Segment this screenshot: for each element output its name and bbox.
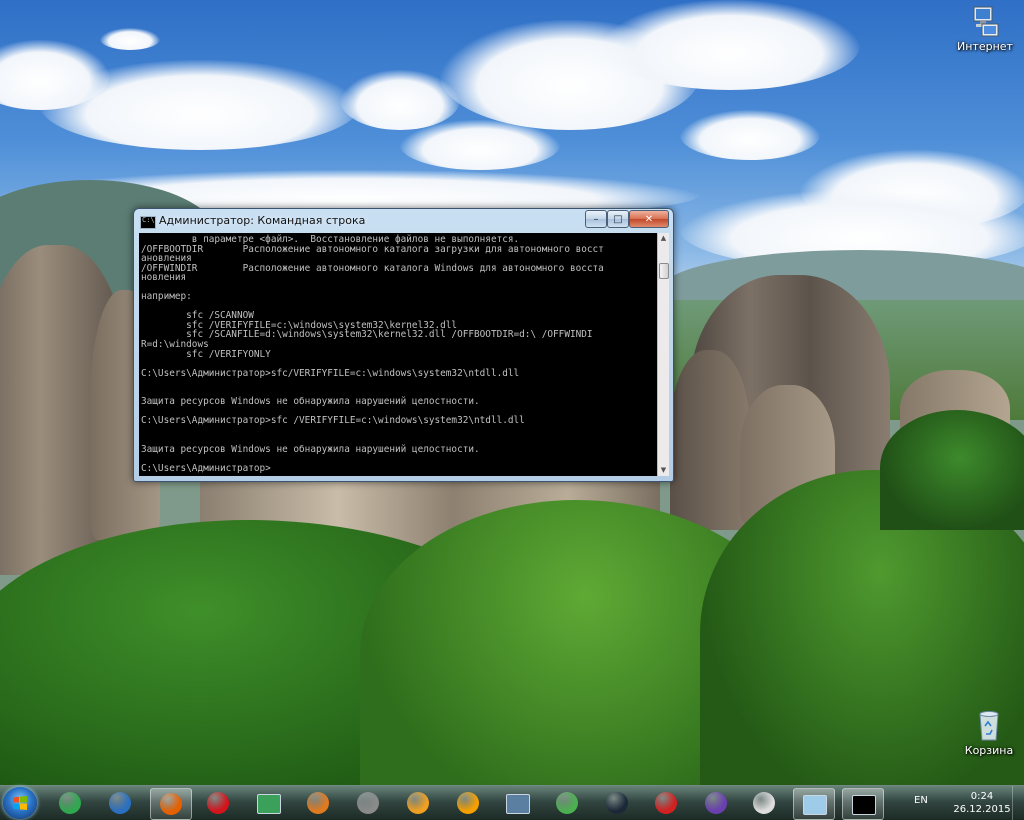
window-title: Администратор: Командная строка	[159, 214, 366, 227]
maximize-button[interactable]: □	[607, 210, 629, 228]
taskbar-app-aimp[interactable]	[448, 788, 488, 818]
taskbar-app-chess-app[interactable]	[744, 788, 784, 818]
command-prompt-window[interactable]: C:\ Администратор: Командная строка – □ …	[133, 208, 674, 482]
taskbar-app-eye-app[interactable]	[298, 788, 338, 818]
steam-icon	[606, 792, 628, 814]
console-text: в параметре <файл>. Восстановление файло…	[141, 234, 604, 475]
cloud	[680, 110, 820, 160]
forest	[880, 410, 1024, 530]
window-titlebar[interactable]: C:\ Администратор: Командная строка – □ …	[134, 209, 673, 233]
taskbar-app-explorer-window[interactable]	[793, 788, 835, 820]
desktop-icon-label: Интернет	[957, 40, 1013, 53]
chess-piece-icon	[753, 792, 775, 814]
disk-tool-icon	[357, 792, 379, 814]
cmd-icon	[852, 795, 876, 815]
taskbar-app-mp3-app[interactable]	[547, 788, 587, 818]
taskbar-app-mail-ru-agent[interactable]	[50, 788, 90, 818]
taskbar-app-writer-app[interactable]	[696, 788, 736, 818]
desktop-icon-internet[interactable]: Интернет	[950, 4, 1020, 53]
opera-icon	[207, 792, 229, 814]
taskbar-app-firefox[interactable]	[150, 788, 192, 820]
close-button[interactable]: ✕	[629, 210, 669, 228]
taskbar-app-disk-tool[interactable]	[348, 788, 388, 818]
desktop-icon-recycle-bin[interactable]: Корзина	[954, 708, 1024, 757]
swirl-icon	[407, 792, 429, 814]
firefox-icon	[160, 793, 182, 815]
show-desktop-button[interactable]	[1012, 786, 1024, 820]
apple-icon	[655, 792, 677, 814]
windows-logo-icon	[13, 796, 27, 810]
language-indicator[interactable]: EN	[914, 795, 928, 806]
mp3-icon	[556, 792, 578, 814]
monitor-icon	[506, 794, 530, 814]
cloud	[600, 0, 860, 90]
scroll-up-arrow-icon[interactable]: ▲	[658, 233, 669, 244]
clock-date: 26.12.2015	[953, 804, 1011, 815]
rock-formation	[670, 350, 750, 530]
w-browser-icon	[109, 792, 131, 814]
recycle-bin-icon	[972, 708, 1006, 742]
vertical-scrollbar[interactable]: ▲ ▼	[657, 233, 669, 476]
window-icon	[803, 795, 827, 815]
monitor-frame-icon	[257, 794, 281, 814]
start-button[interactable]	[3, 787, 37, 819]
taskbar-app-opera[interactable]	[198, 788, 238, 818]
mail-at-icon	[59, 792, 81, 814]
pen-book-icon	[705, 792, 727, 814]
cloud	[400, 120, 560, 170]
taskbar-app-swirl-app[interactable]	[398, 788, 438, 818]
taskbar-app-cmd-window[interactable]	[842, 788, 884, 820]
taskbar-app-apple-app[interactable]	[646, 788, 686, 818]
aimp-triangle-icon	[457, 792, 479, 814]
console-output[interactable]: в параметре <файл>. Восстановление файло…	[139, 233, 657, 476]
cloud	[40, 60, 360, 150]
desktop-icon-label: Корзина	[964, 744, 1014, 757]
network-computer-icon	[968, 4, 1002, 38]
taskbar: EN 0:24 26.12.2015	[0, 785, 1024, 820]
minimize-button[interactable]: –	[585, 210, 607, 228]
cmd-icon: C:\	[140, 216, 156, 229]
taskbar-app-browser-w[interactable]	[100, 788, 140, 818]
clock-time: 0:24	[970, 791, 994, 802]
scroll-down-arrow-icon[interactable]: ▼	[658, 465, 669, 476]
eye-icon	[307, 792, 329, 814]
taskbar-app-screen-app[interactable]	[248, 788, 288, 818]
taskbar-app-monitor-app[interactable]	[497, 788, 537, 818]
system-clock[interactable]: 0:24 26.12.2015	[952, 790, 1012, 816]
taskbar-app-steam[interactable]	[597, 788, 637, 818]
scroll-thumb[interactable]	[659, 263, 669, 279]
cloud	[100, 28, 160, 50]
